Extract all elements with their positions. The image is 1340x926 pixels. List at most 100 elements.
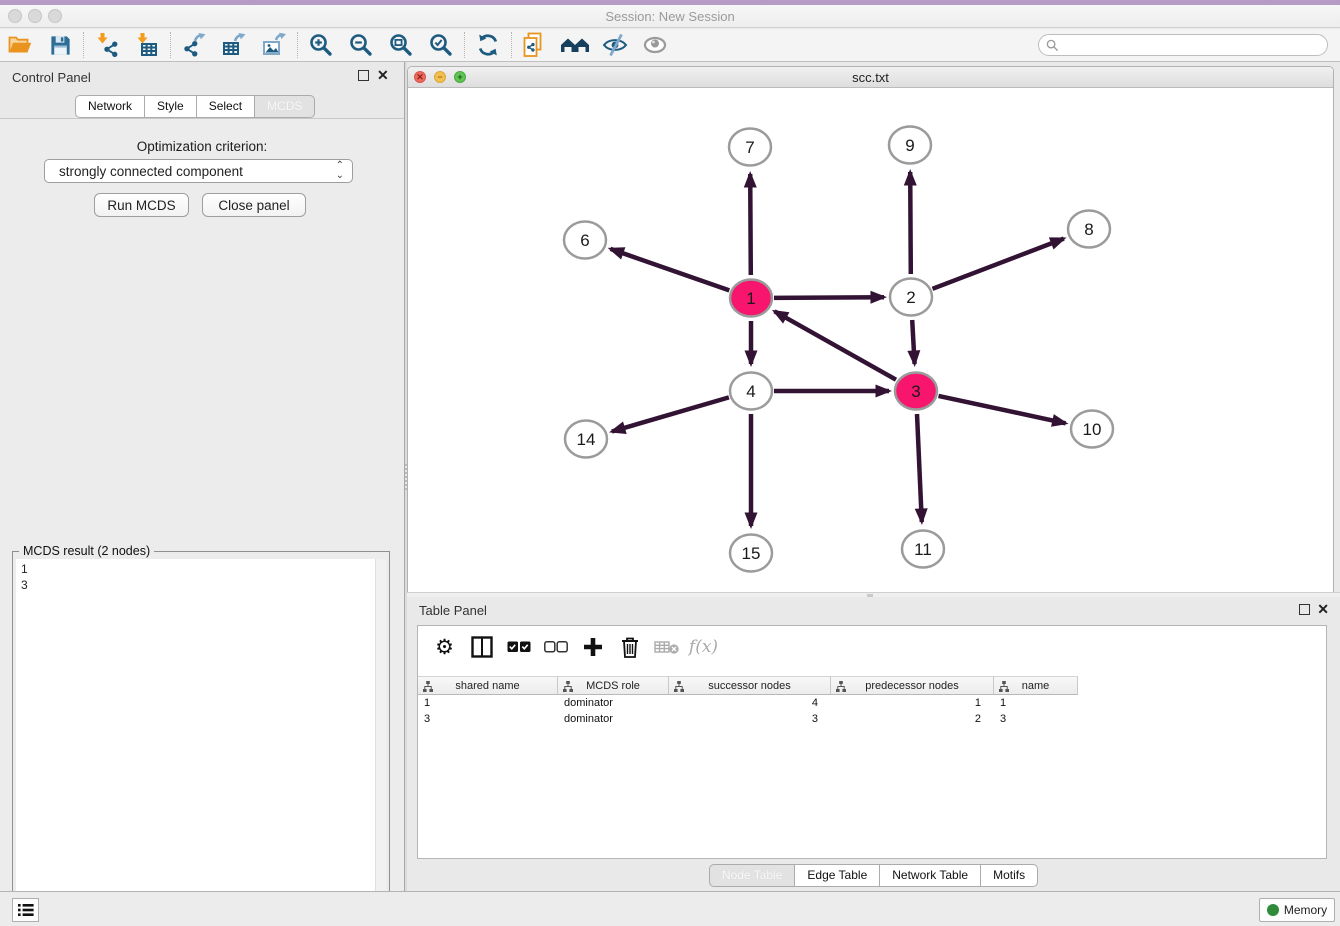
export-image-icon[interactable] (254, 30, 294, 60)
new-network-from-selection-icon[interactable] (515, 30, 555, 60)
function-builder-icon[interactable]: f(x) (685, 630, 722, 664)
graph-edge-2-8[interactable] (933, 239, 1064, 289)
zoom-out-icon[interactable] (341, 30, 381, 60)
optimization-select-value: strongly connected component (59, 164, 243, 179)
import-table-icon[interactable] (127, 30, 167, 60)
zoom-fit-icon[interactable] (381, 30, 421, 60)
gear-icon[interactable]: ⚙ (426, 630, 463, 664)
deselect-all-icon[interactable] (537, 630, 574, 664)
table-cell[interactable]: 3 (669, 711, 831, 727)
mcds-result-box: MCDS result (2 nodes) 13 (12, 551, 390, 926)
graph-edge-2-9[interactable] (910, 172, 911, 274)
tab-style[interactable]: Style (144, 95, 197, 118)
tab-select[interactable]: Select (196, 95, 255, 118)
graph-node-11[interactable]: 11 (902, 531, 944, 568)
tab-network-table[interactable]: Network Table (879, 864, 981, 887)
graph-edge-1-7[interactable] (750, 174, 751, 275)
column-header-successor-nodes[interactable]: successor nodes (669, 676, 831, 695)
graph-node-label: 10 (1083, 420, 1102, 439)
zoom-selected-icon[interactable] (421, 30, 461, 60)
memory-status-icon (1267, 904, 1279, 916)
task-history-button[interactable] (12, 898, 39, 922)
export-table-icon[interactable] (214, 30, 254, 60)
graph-node-9[interactable]: 9 (889, 127, 931, 164)
toolbar-separator (83, 32, 84, 58)
zoom-in-icon[interactable] (301, 30, 341, 60)
import-network-icon[interactable] (87, 30, 127, 60)
optimization-select[interactable]: strongly connected component ⌃⌄ (44, 159, 353, 183)
run-mcds-button[interactable]: Run MCDS (94, 193, 189, 217)
graph-node-10[interactable]: 10 (1071, 411, 1113, 448)
graph-node-7[interactable]: 7 (729, 129, 771, 166)
network-window-titlebar[interactable]: ✕ − + scc.txt (408, 67, 1333, 88)
graph-edge-1-6[interactable] (611, 249, 730, 291)
graph-node-4[interactable]: 4 (730, 373, 772, 410)
status-bar: Memory (0, 891, 1340, 926)
tab-mcds[interactable]: MCDS (254, 95, 315, 118)
graph-node-1[interactable]: 1 (730, 280, 772, 317)
list-icon (18, 903, 34, 917)
table-close-icon[interactable]: ✕ (1317, 602, 1329, 616)
result-scrollbar[interactable] (375, 559, 386, 925)
select-stepper-icon: ⌃⌄ (336, 161, 344, 181)
graph-edge-2-3[interactable] (912, 320, 914, 364)
delete-table-icon[interactable] (648, 630, 685, 664)
graph-edge-4-14[interactable] (612, 397, 729, 431)
titlebar[interactable]: Session: New Session (0, 5, 1340, 28)
select-all-icon[interactable] (500, 630, 537, 664)
graph-node-6[interactable]: 6 (564, 222, 606, 259)
table-cell[interactable]: 3 (418, 711, 558, 727)
optimization-criterion-label: Optimization criterion: (0, 139, 404, 154)
split-columns-icon[interactable] (463, 630, 500, 664)
network-canvas[interactable]: 7 9 6 8 1 2 4 3 14 10 15 11 (408, 88, 1333, 592)
column-header-predecessor-nodes[interactable]: predecessor nodes (831, 676, 994, 695)
table-cell[interactable]: 1 (994, 695, 1078, 711)
graph-node-8[interactable]: 8 (1068, 211, 1110, 248)
export-network-icon[interactable] (174, 30, 214, 60)
table-cell[interactable]: 4 (669, 695, 831, 711)
open-session-icon[interactable] (0, 30, 40, 60)
graph-node-3[interactable]: 3 (895, 373, 937, 410)
add-column-icon[interactable] (574, 630, 611, 664)
table-row[interactable]: 3dominator323 (418, 711, 1326, 727)
graph-edge-3-1[interactable] (775, 311, 897, 379)
table-float-icon[interactable] (1299, 604, 1310, 615)
show-graphics-details-icon[interactable] (635, 30, 675, 60)
network-window[interactable]: ✕ − + scc.txt 7 9 6 8 1 2 4 3 14 10 15 11 (407, 66, 1334, 592)
refresh-icon[interactable] (468, 30, 508, 60)
tab-network[interactable]: Network (75, 95, 145, 118)
control-panel: Control Panel ✕ NetworkStyleSelectMCDS O… (0, 62, 404, 891)
mcds-result-list[interactable]: 13 (16, 559, 386, 925)
memory-button[interactable]: Memory (1259, 898, 1335, 922)
graph-node-15[interactable]: 15 (730, 535, 772, 572)
tab-node-table[interactable]: Node Table (709, 864, 796, 887)
table-cell[interactable]: 2 (831, 711, 994, 727)
column-tree-icon (674, 681, 684, 692)
search-input[interactable] (1059, 36, 1327, 54)
delete-column-icon[interactable] (611, 630, 648, 664)
graph-node-14[interactable]: 14 (565, 421, 607, 458)
save-session-icon[interactable] (40, 30, 80, 60)
column-header-name[interactable]: name (994, 676, 1078, 695)
graph-node-2[interactable]: 2 (890, 279, 932, 316)
tab-edge-table[interactable]: Edge Table (794, 864, 880, 887)
table-cell[interactable]: 1 (831, 695, 994, 711)
float-panel-icon[interactable] (358, 70, 369, 81)
table-cell[interactable]: dominator (558, 695, 669, 711)
table-cell[interactable]: 3 (994, 711, 1078, 727)
table-panel-title: Table Panel (419, 603, 487, 618)
close-panel-icon[interactable]: ✕ (377, 68, 389, 82)
column-header-MCDS-role[interactable]: MCDS role (558, 676, 669, 695)
first-neighbors-icon[interactable] (555, 30, 595, 60)
table-cell[interactable]: dominator (558, 711, 669, 727)
search-box[interactable] (1038, 34, 1328, 56)
graph-edge-1-2[interactable] (774, 297, 884, 298)
tab-motifs[interactable]: Motifs (980, 864, 1038, 887)
graph-edge-3-10[interactable] (939, 396, 1066, 423)
table-cell[interactable]: 1 (418, 695, 558, 711)
graph-edge-3-11[interactable] (917, 414, 922, 522)
table-row[interactable]: 1dominator411 (418, 695, 1326, 711)
close-panel-button[interactable]: Close panel (202, 193, 306, 217)
column-header-shared-name[interactable]: shared name (418, 676, 558, 695)
hide-selected-icon[interactable] (595, 30, 635, 60)
